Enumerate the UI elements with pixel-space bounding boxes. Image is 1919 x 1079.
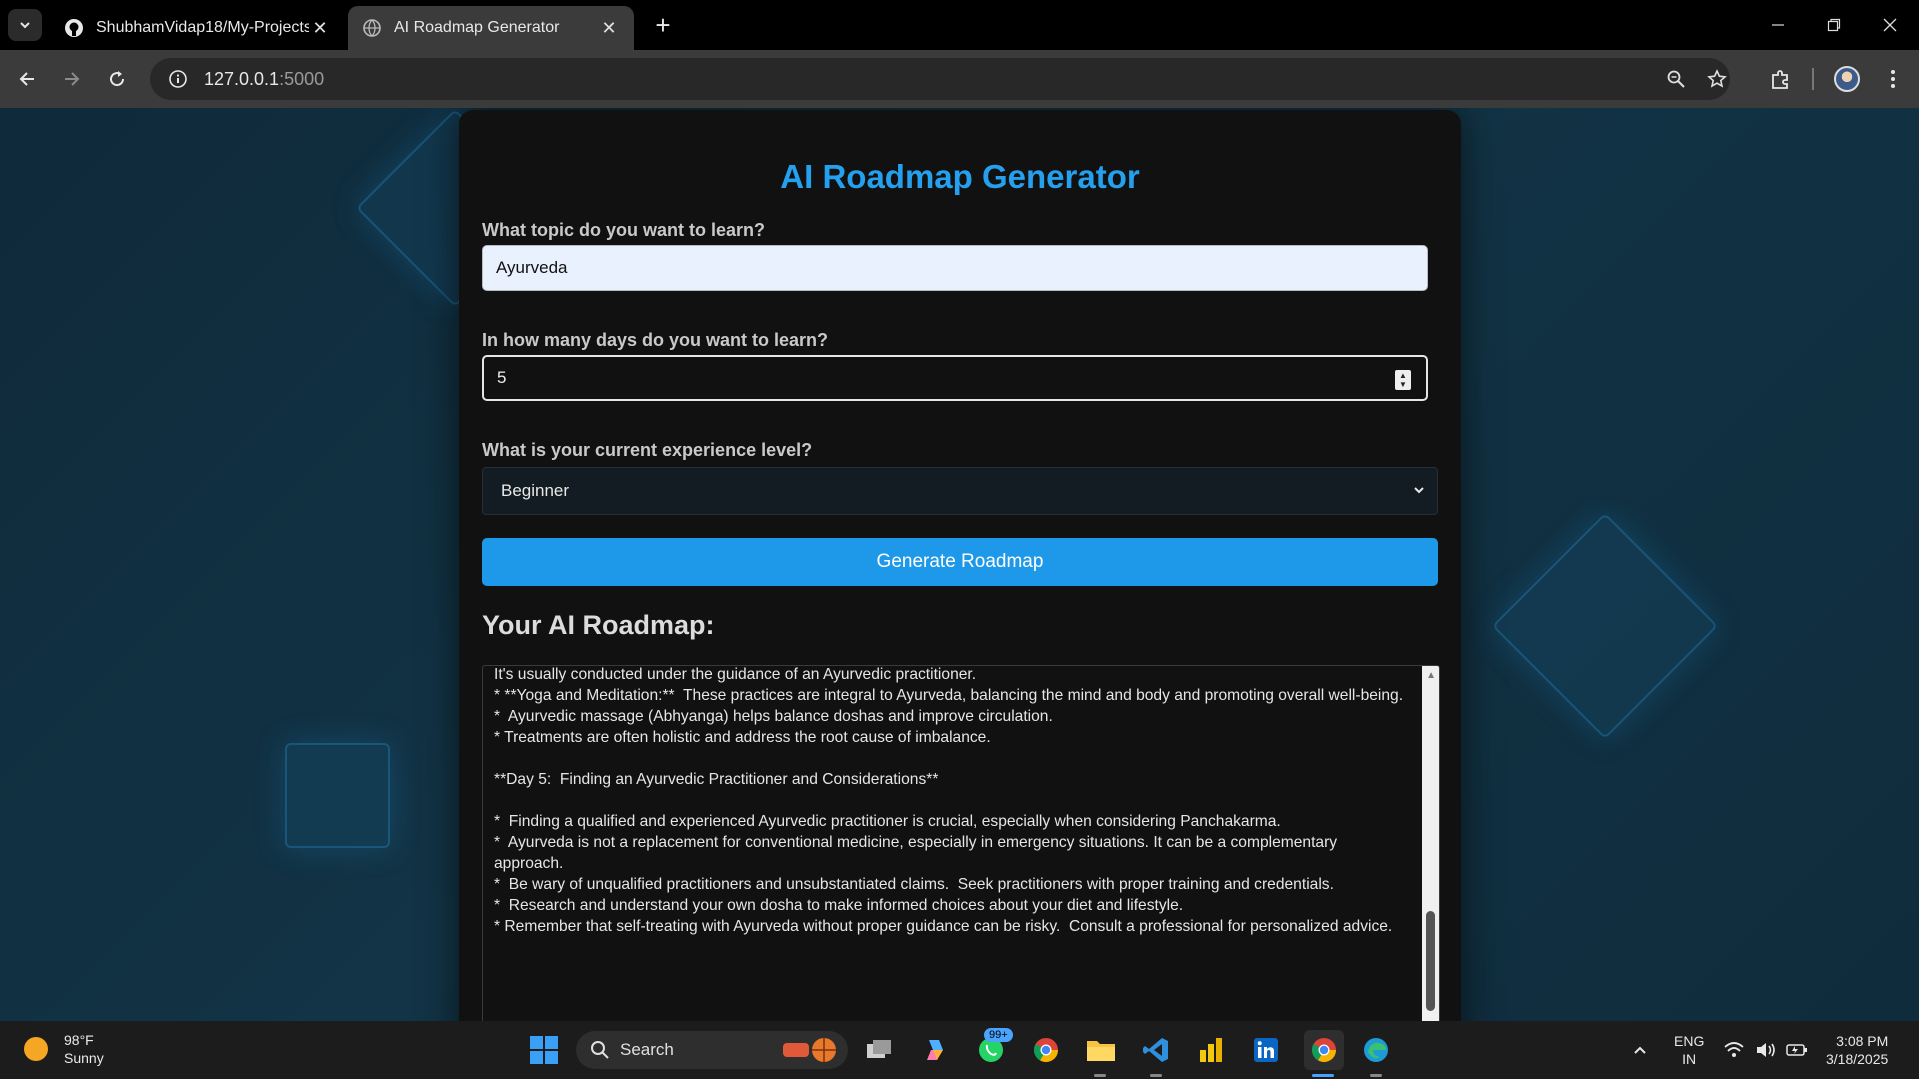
clock-time: 3:08 PM [1836, 1033, 1889, 1049]
days-input[interactable] [482, 355, 1428, 401]
chevron-down-icon [1414, 487, 1424, 494]
browser-menu-button[interactable] [1875, 61, 1911, 97]
url-port: :5000 [279, 68, 325, 89]
system-clock[interactable]: 3:08 PM 3/18/2025 [1826, 1021, 1888, 1079]
roadmap-output[interactable]: It's usually conducted under the guidanc… [482, 665, 1440, 1021]
running-indicator [1094, 1074, 1106, 1077]
weather-widget[interactable]: 98°F Sunny [24, 1031, 104, 1067]
site-info-icon[interactable] [164, 65, 192, 93]
toolbar-divider [1812, 68, 1814, 90]
days-label: In how many days do you want to learn? [482, 330, 829, 350]
battery-icon[interactable] [1786, 1021, 1808, 1079]
volume-icon[interactable] [1755, 1021, 1777, 1079]
page-title: AI Roadmap Generator [780, 158, 1140, 195]
profile-avatar[interactable] [1834, 66, 1860, 92]
taskbar: 98°F Sunny Search 99+ ENG IN 3:08 PM 3/1… [0, 1021, 1919, 1079]
experience-level-select[interactable]: Beginner [482, 467, 1438, 515]
browser-tab-bar: ShubhamVidap18/My-Projects: ✕ AI Roadmap… [0, 0, 1919, 50]
zoom-icon[interactable] [1661, 64, 1691, 94]
file-explorer-icon[interactable] [1084, 1033, 1118, 1067]
scrollbar-thumb[interactable] [1426, 911, 1435, 1011]
tab-title: ShubhamVidap18/My-Projects: [96, 19, 309, 36]
scroll-up-icon[interactable]: ▲ [1426, 670, 1436, 681]
chevron-up-icon [1634, 1046, 1646, 1054]
weather-condition: Sunny [64, 1050, 104, 1066]
extensions-button[interactable] [1763, 61, 1799, 97]
restore-icon [1827, 18, 1841, 32]
chrome-active-icon[interactable] [1304, 1030, 1344, 1070]
start-icon[interactable] [527, 1033, 561, 1067]
linkedin-icon[interactable] [1249, 1033, 1283, 1067]
roadmap-form-card: AI Roadmap Generator What topic do you w… [459, 110, 1461, 1021]
new-tab-button[interactable]: + [648, 10, 678, 40]
taskbar-search[interactable]: Search [576, 1031, 848, 1069]
tab-search-button[interactable] [8, 9, 42, 41]
address-bar[interactable]: 127.0.0.1:5000 [150, 58, 1730, 100]
close-icon[interactable]: ✕ [309, 17, 331, 39]
generate-roadmap-button[interactable]: Generate Roadmap [482, 538, 1438, 586]
minimize-icon [1772, 24, 1784, 26]
clock-date: 3/18/2025 [1826, 1051, 1889, 1067]
scrollbar[interactable]: ▲ [1422, 666, 1439, 1021]
decorative-square [285, 743, 390, 848]
sun-icon [24, 1037, 48, 1061]
edge-icon[interactable] [1359, 1033, 1393, 1067]
search-label: Search [620, 1040, 674, 1059]
chrome-icon[interactable] [1029, 1033, 1063, 1067]
copilot-icon[interactable] [918, 1033, 952, 1067]
close-icon [1883, 18, 1897, 32]
power-bi-icon[interactable] [1194, 1033, 1228, 1067]
topic-label: What topic do you want to learn? [482, 220, 765, 240]
browser-toolbar: 127.0.0.1:5000 [0, 50, 1919, 108]
language-code: ENG [1674, 1033, 1705, 1049]
search-icon [591, 1041, 609, 1059]
region-code: IN [1682, 1051, 1697, 1067]
reload-button[interactable] [99, 61, 135, 97]
running-indicator [1370, 1074, 1382, 1077]
close-icon[interactable]: ✕ [598, 17, 620, 39]
task-view-icon[interactable] [862, 1033, 896, 1067]
level-label: What is your current experience level? [482, 440, 813, 460]
active-indicator [1312, 1074, 1334, 1077]
close-window-button[interactable] [1862, 0, 1918, 50]
topic-input[interactable] [482, 245, 1428, 291]
roadmap-heading: Your AI Roadmap: [482, 610, 715, 640]
number-stepper-icon[interactable]: ▲ ▼ [1395, 370, 1411, 390]
minimize-button[interactable] [1750, 0, 1806, 50]
whatsapp-badge: 99+ [984, 1028, 1013, 1042]
tab-github[interactable]: ShubhamVidap18/My-Projects: ✕ [50, 6, 345, 50]
weather-temperature: 98°F [64, 1032, 94, 1048]
wifi-icon[interactable] [1724, 1021, 1744, 1079]
restore-button[interactable] [1806, 0, 1862, 50]
decorative-square [1491, 512, 1719, 740]
basketball-icon [783, 1038, 836, 1062]
vscode-icon[interactable] [1139, 1033, 1173, 1067]
forward-button[interactable] [54, 61, 90, 97]
back-button[interactable] [9, 61, 45, 97]
url-host: 127.0.0.1 [204, 68, 280, 89]
arrow-right-icon [65, 72, 80, 86]
chevron-down-icon [20, 22, 30, 29]
selected-level: Beginner [501, 481, 570, 500]
more-vertical-icon [1891, 70, 1895, 88]
reload-icon [110, 71, 125, 87]
arrow-left-icon [19, 72, 34, 86]
tab-title: AI Roadmap Generator [394, 19, 560, 36]
show-hidden-icons[interactable] [1632, 1021, 1648, 1079]
globe-icon [362, 18, 382, 38]
running-indicator [1150, 1074, 1162, 1077]
puzzle-icon [1772, 70, 1788, 89]
roadmap-text: It's usually conducted under the guidanc… [494, 666, 1404, 935]
tab-roadmap[interactable]: AI Roadmap Generator ✕ [348, 6, 634, 50]
github-icon [64, 18, 84, 38]
bookmark-star-icon[interactable] [1702, 64, 1732, 94]
language-indicator[interactable]: ENG IN [1674, 1021, 1704, 1079]
page-background: AI Roadmap Generator What topic do you w… [0, 108, 1919, 1021]
